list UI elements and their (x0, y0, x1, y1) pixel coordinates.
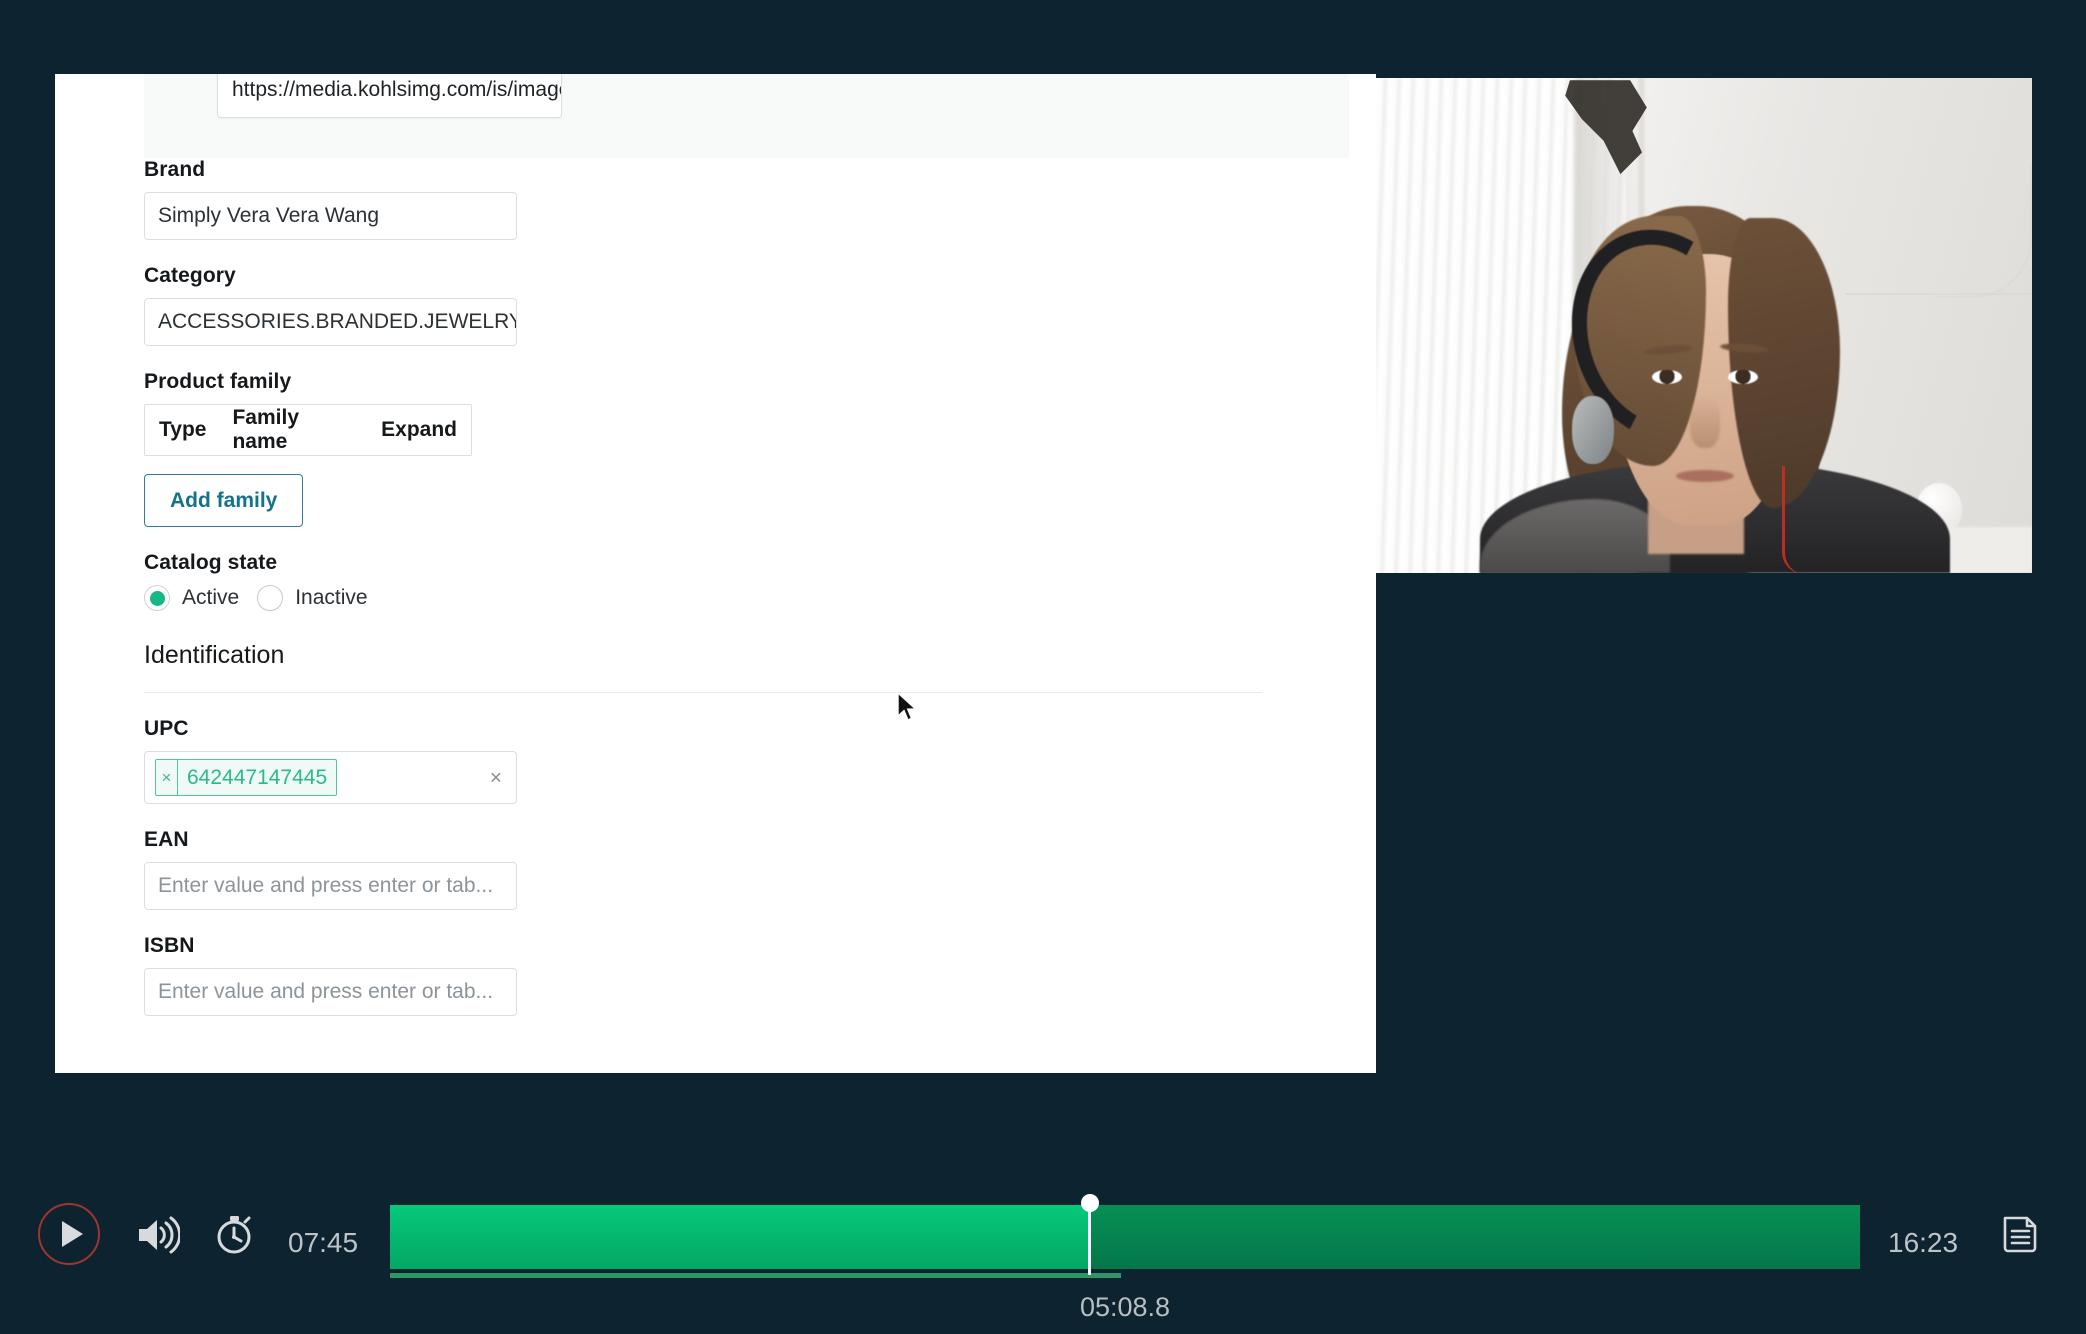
upc-tag-value: 642447147445 (187, 765, 328, 789)
total-time-label: 16:23 (1888, 1227, 1959, 1258)
radio-inactive-icon[interactable] (257, 585, 284, 611)
upc-label: UPC (144, 717, 189, 740)
identification-heading: Identification (144, 641, 285, 669)
radio-active-icon[interactable] (144, 585, 170, 611)
field-category: Category ACCESSORIES.BRANDED.JEWELRY.VER… (144, 264, 1284, 346)
column-header-family-name: Family name (232, 406, 299, 453)
upc-tag-remove-icon[interactable]: × (156, 760, 178, 795)
radio-option-active[interactable]: Active (144, 585, 239, 611)
category-label: Category (144, 264, 236, 287)
isbn-label: ISBN (144, 934, 195, 957)
recording-player-stage: https://media.kohlsimg.com/is/image/k Br… (0, 0, 2086, 1334)
playhead-line (1088, 1201, 1091, 1275)
product-form: Brand Simply Vera Vera Wang Category ACC… (144, 158, 1284, 1016)
webcam-video-overlay (1376, 78, 2032, 573)
field-brand: Brand Simply Vera Vera Wang (144, 158, 1284, 240)
category-input[interactable]: ACCESSORIES.BRANDED.JEWELRY.VERA (144, 298, 517, 346)
field-product-family: Product family Type Family name Expand (144, 370, 1284, 456)
playhead-handle[interactable] (1081, 1194, 1099, 1212)
product-family-table-header: Type Family name Expand (145, 405, 471, 455)
current-time-label: 07:45 (288, 1227, 359, 1258)
transcript-button[interactable] (1997, 1212, 2043, 1256)
image-url-input[interactable]: https://media.kohlsimg.com/is/image/k (217, 74, 562, 118)
timeline-remaining-segment (1088, 1205, 1860, 1269)
catalog-state-radio-group: Active Inactive (144, 585, 1284, 611)
radio-inactive-label: Inactive (295, 586, 368, 609)
volume-button[interactable] (136, 1215, 180, 1255)
stopwatch-icon (217, 1216, 251, 1254)
upc-tag-input[interactable]: × 642447147445 × (144, 751, 517, 804)
play-icon (61, 1221, 83, 1247)
screen-capture-region: https://media.kohlsimg.com/is/image/k Br… (55, 74, 1376, 1073)
play-button[interactable] (38, 1203, 100, 1265)
brand-input[interactable]: Simply Vera Vera Wang (144, 192, 517, 240)
ean-input[interactable]: Enter value and press enter or tab... (144, 862, 517, 910)
playhead-time-label: 05:08.8 (1079, 1292, 1171, 1322)
upc-tag: × 642447147445 (155, 759, 338, 796)
isbn-input[interactable]: Enter value and press enter or tab... (144, 968, 517, 1016)
field-isbn: ISBN Enter value and press enter or tab.… (144, 934, 1284, 1016)
image-url-panel: https://media.kohlsimg.com/is/image/k (144, 74, 1349, 158)
timeline-underline (390, 1273, 1121, 1278)
field-ean: EAN Enter value and press enter or tab..… (144, 828, 1284, 910)
brand-label: Brand (144, 158, 206, 181)
radio-active-label: Active (182, 586, 240, 609)
upc-clear-icon[interactable]: × (490, 767, 502, 788)
radio-option-inactive[interactable]: Inactive (257, 585, 368, 611)
transcript-icon (2003, 1216, 2037, 1253)
timeline-scrubber[interactable] (390, 1194, 1860, 1278)
product-family-table: Type Family name Expand (144, 404, 472, 456)
column-header-expand: Expand (381, 418, 457, 441)
timeline-played-segment (390, 1205, 1088, 1269)
field-upc: UPC × 642447147445 × (144, 717, 1284, 804)
identification-section: Identification (144, 641, 1284, 693)
add-family-button[interactable]: Add family (144, 474, 304, 527)
column-header-type: Type (159, 418, 207, 441)
playback-speed-button[interactable] (212, 1212, 256, 1256)
field-catalog-state: Catalog state Active Inactive (144, 551, 1284, 611)
volume-icon (139, 1216, 180, 1254)
catalog-state-label: Catalog state (144, 551, 278, 574)
ean-label: EAN (144, 828, 189, 851)
product-family-label: Product family (144, 370, 292, 393)
